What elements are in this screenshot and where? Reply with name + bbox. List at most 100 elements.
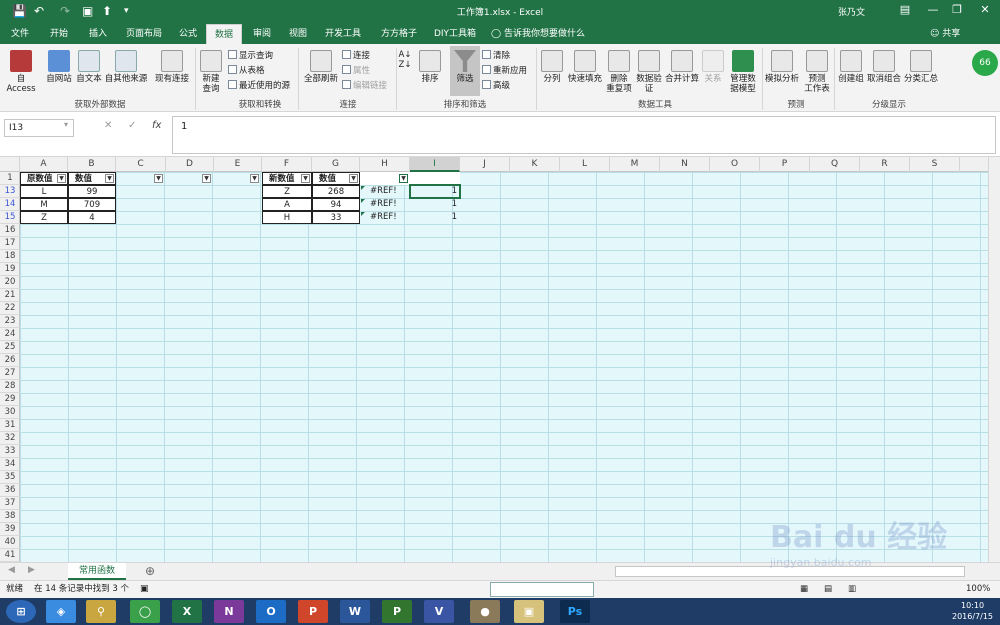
photoshop-taskbar-icon[interactable]: Ps [560,600,590,623]
tab-developer[interactable]: 开发工具 [318,24,368,44]
prev-sheet-icon[interactable]: ◀ [8,565,15,575]
edit-links-button[interactable]: 编辑链接 [342,80,387,92]
table-cell[interactable]: 1 [410,211,460,224]
onenote-taskbar-icon[interactable]: N [214,600,244,623]
group-button[interactable]: 创建组 [836,50,866,84]
column-header[interactable]: G [312,157,360,172]
tab-fangfang[interactable]: 方方格子 [374,24,424,44]
reapply-button[interactable]: 重新应用 [482,65,527,77]
formula-input[interactable]: 1 [172,116,996,154]
insert-function-icon[interactable]: fx [152,120,161,131]
row-header[interactable]: 33 [0,445,20,458]
table-cell[interactable]: Z [20,211,68,224]
filter-dropdown-icon[interactable]: ▼ [250,174,259,183]
row-header[interactable]: 26 [0,354,20,367]
tab-review[interactable]: 审阅 [246,24,278,44]
table-cell[interactable]: Z [262,185,312,198]
restore-icon[interactable]: ❐ [944,3,970,16]
column-header[interactable]: M [610,157,660,172]
row-header[interactable]: 29 [0,393,20,406]
sort-button[interactable]: 排序 [416,50,444,84]
column-header[interactable]: O [710,157,760,172]
cancel-icon[interactable]: ✕ [104,120,112,131]
vertical-scrollbar[interactable] [988,157,1000,562]
add-sheet-icon[interactable]: ⊕ [145,564,155,578]
zoom-level[interactable]: 100% [966,581,990,598]
table-cell[interactable]: H [262,211,312,224]
filter-dropdown-icon[interactable]: ▼ [105,174,114,183]
tab-view[interactable]: 视图 [282,24,314,44]
filter-dropdown-icon[interactable]: ▼ [154,174,163,183]
row-header[interactable]: 40 [0,536,20,549]
filter-button[interactable]: 筛选 [450,46,480,96]
column-header[interactable]: F [262,157,312,172]
row-header[interactable]: 32 [0,432,20,445]
column-header[interactable]: P [760,157,810,172]
powerpoint-taskbar-icon[interactable]: P [298,600,328,623]
row-header[interactable]: 23 [0,315,20,328]
tab-insert[interactable]: 插入 [80,24,116,44]
subtotal-button[interactable]: 分类汇总 [902,50,940,84]
forecast-sheet-button[interactable]: 预测 工作表 [802,50,832,94]
share-button[interactable]: ☺ 共享 [930,24,960,44]
name-box-dropdown-icon[interactable]: ▾ [64,120,68,129]
row-header[interactable]: 25 [0,341,20,354]
folder-taskbar-icon[interactable]: ▣ [514,600,544,623]
data-validation-button[interactable]: 数据验 证 [634,50,664,94]
tab-data[interactable]: 数据 [206,24,242,44]
input-toolbar[interactable] [490,582,594,597]
column-header[interactable]: B [68,157,116,172]
tab-formulas[interactable]: 公式 [172,24,204,44]
error-cell[interactable]: #REF! [360,198,410,211]
outlook-taskbar-icon[interactable]: O [256,600,286,623]
tell-me-box[interactable]: ◯ 告诉我你想要做什么 [491,24,585,44]
table-cell[interactable]: 4 [68,211,116,224]
close-icon[interactable]: ✕ [972,3,998,16]
cell-area[interactable]: 原数值 ▼ 数值 ▼ ▼ ▼ ▼ L 99 M 709 Z 4 新数值 ▼ 数值… [20,172,988,562]
search-app-icon[interactable]: ⚲ [86,600,116,623]
row-header[interactable]: 38 [0,510,20,523]
minimize-icon[interactable]: — [920,3,946,16]
filter-dropdown-icon[interactable]: ▼ [57,174,66,183]
clear-filter-button[interactable]: 清除 [482,50,510,62]
row-header[interactable]: 37 [0,497,20,510]
row-header[interactable]: 24 [0,328,20,341]
tab-page-layout[interactable]: 页面布局 [120,24,168,44]
select-all-corner[interactable] [0,157,20,172]
visio-taskbar-icon[interactable]: V [424,600,454,623]
table-cell[interactable]: 94 [312,198,360,211]
column-header[interactable]: D [166,157,214,172]
table-cell[interactable]: A [262,198,312,211]
error-cell[interactable]: #REF! [360,211,410,224]
relationships-button[interactable]: 关系 [700,50,726,84]
table-cell[interactable]: 1 [410,198,460,211]
next-sheet-icon[interactable]: ▶ [28,565,35,575]
row-header[interactable]: 36 [0,484,20,497]
system-clock[interactable]: 10:10 2016/7/15 [952,600,993,622]
consolidate-button[interactable]: 合并计算 [664,50,700,84]
row-header[interactable]: 20 [0,276,20,289]
row-header[interactable]: 39 [0,523,20,536]
avatar[interactable]: 66 [972,50,998,76]
row-header[interactable]: 28 [0,380,20,393]
column-header[interactable]: Q [810,157,860,172]
from-access-button[interactable]: 自 Access [2,50,40,94]
column-header[interactable]: L [560,157,610,172]
word-taskbar-icon[interactable]: W [340,600,370,623]
column-header[interactable]: J [460,157,510,172]
row-header[interactable]: 19 [0,263,20,276]
row-header[interactable]: 14 [0,198,20,211]
recent-sources-button[interactable]: 最近使用的源 [228,80,290,92]
error-cell[interactable]: #REF! [360,185,410,198]
tab-diy-toolbox[interactable]: DIY工具箱 [428,24,482,44]
column-header[interactable]: N [660,157,710,172]
row-header[interactable]: 1 [0,172,20,185]
browser-icon[interactable]: ◯ [130,600,160,623]
filter-dropdown-icon[interactable]: ▼ [202,174,211,183]
ungroup-button[interactable]: 取消组合 [866,50,902,84]
enter-icon[interactable]: ✓ [128,120,136,131]
column-header[interactable]: H [360,157,410,172]
flash-fill-button[interactable]: 快速填充 [566,50,604,84]
column-header[interactable]: K [510,157,560,172]
new-query-button[interactable]: 新建 查询 [198,50,224,94]
